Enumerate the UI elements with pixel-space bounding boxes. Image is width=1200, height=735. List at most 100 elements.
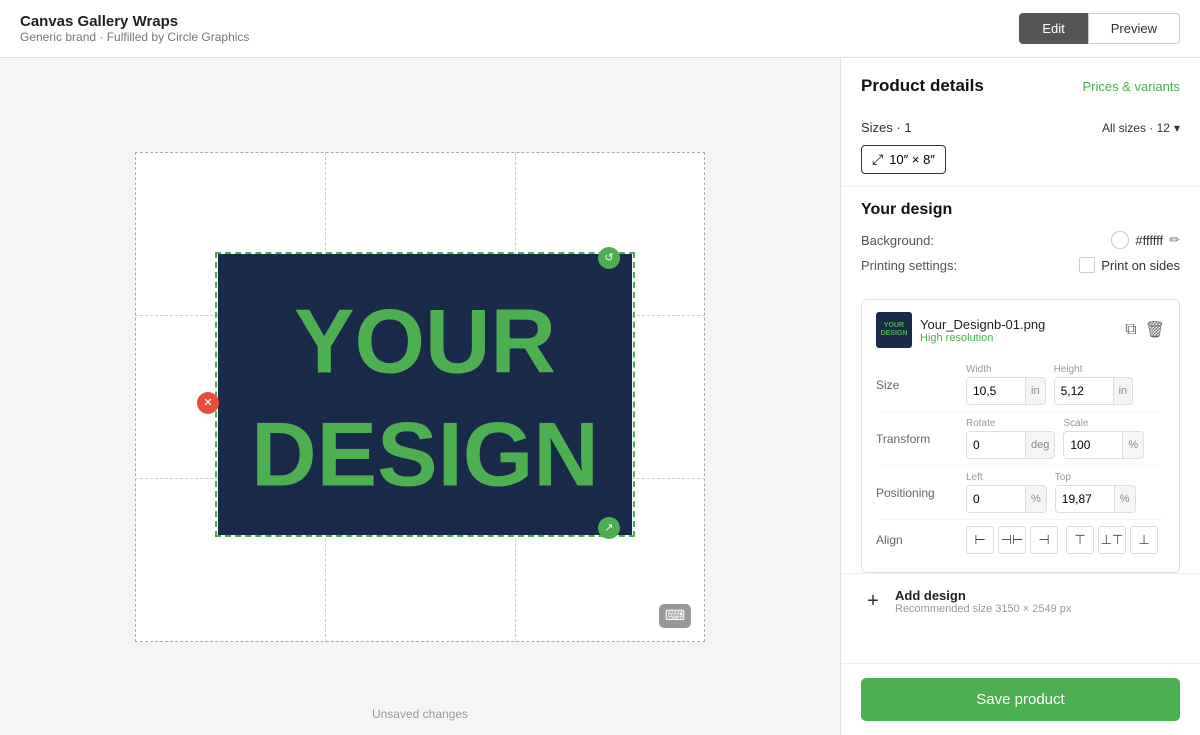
svg-text:DESIGN: DESIGN: [251, 404, 599, 505]
design-box[interactable]: YOUR YOUR DESIGN DESIGN: [215, 252, 635, 537]
scale-input-wrap: %: [1063, 431, 1144, 459]
background-hex: #ffffff: [1135, 233, 1163, 248]
height-input-wrap: in: [1054, 377, 1134, 405]
width-group: Width in: [966, 364, 1046, 405]
header-title-block: Canvas Gallery Wraps Generic brand · Ful…: [20, 13, 249, 44]
app-subtitle: Generic brand · Fulfilled by Circle Grap…: [20, 30, 249, 44]
transform-prop-fields: Rotate deg Scale %: [966, 418, 1165, 459]
file-status: High resolution: [920, 332, 1045, 344]
add-design-row[interactable]: + Add design Recommended size 3150 × 254…: [841, 573, 1200, 629]
rotate-group: Rotate deg: [966, 418, 1055, 459]
align-horizontal-buttons: ⊢ ⊣⊢ ⊣: [966, 526, 1058, 554]
size-prop-row: Size Width in Height in: [876, 358, 1165, 412]
align-bottom-button[interactable]: ⊥: [1130, 526, 1158, 554]
keyboard-icon[interactable]: ⌨: [659, 604, 691, 628]
svg-text:YOUR: YOUR: [294, 291, 556, 392]
width-unit: in: [1025, 378, 1045, 404]
rotate-label: Rotate: [966, 418, 1055, 429]
top-label: Top: [1055, 472, 1136, 483]
add-design-title: Add design: [895, 588, 1071, 603]
sizes-count-label: Sizes · 1: [861, 120, 912, 135]
align-prop-label: Align: [876, 533, 966, 547]
align-left-button[interactable]: ⊢: [966, 526, 994, 554]
handle-remove[interactable]: ✕: [197, 392, 219, 414]
printing-label: Printing settings:: [861, 258, 981, 273]
top-group: Top %: [1055, 472, 1136, 513]
align-buttons-container: ⊢ ⊣⊢ ⊣ ⊤ ⊥⊤ ⊥: [966, 526, 1165, 554]
height-group: Height in: [1054, 364, 1134, 405]
align-right-button[interactable]: ⊣: [1030, 526, 1058, 554]
align-top-button[interactable]: ⊤: [1066, 526, 1094, 554]
size-chip[interactable]: ⤢ 10″ × 8″: [861, 145, 946, 174]
chevron-down-icon: ▾: [1174, 121, 1180, 135]
app-title: Canvas Gallery Wraps: [20, 13, 249, 30]
file-meta: Your_Designb-01.png High resolution: [920, 317, 1045, 344]
app-header: Canvas Gallery Wraps Generic brand · Ful…: [0, 0, 1200, 58]
height-unit: in: [1113, 378, 1133, 404]
printing-value: Print on sides: [1079, 257, 1180, 273]
align-center-h-button[interactable]: ⊣⊢: [998, 526, 1026, 554]
canvas-area: YOUR YOUR DESIGN DESIGN ✕ ↺ ↗ ⌨ Unsaved …: [0, 58, 840, 735]
printing-row: Printing settings: Print on sides: [861, 257, 1180, 273]
left-input[interactable]: [967, 486, 1025, 512]
print-on-sides-checkbox[interactable]: [1079, 257, 1095, 273]
print-on-sides-label: Print on sides: [1101, 258, 1180, 273]
file-thumbnail: YOURDESIGN: [876, 312, 912, 348]
left-input-wrap: %: [966, 485, 1047, 513]
top-unit: %: [1114, 486, 1135, 512]
left-group: Left %: [966, 472, 1047, 513]
panel-title: Product details: [861, 76, 984, 96]
align-middle-v-button[interactable]: ⊥⊤: [1098, 526, 1126, 554]
save-product-button[interactable]: Save product: [861, 678, 1180, 721]
file-card-actions: ⧉ 🗑: [1125, 320, 1165, 340]
transform-prop-label: Transform: [876, 432, 966, 446]
all-sizes-button[interactable]: All sizes · 12 ▾: [1102, 121, 1180, 135]
left-unit: %: [1025, 486, 1046, 512]
size-prop-label: Size: [876, 378, 966, 392]
copy-file-button[interactable]: ⧉: [1125, 320, 1136, 340]
main-layout: YOUR YOUR DESIGN DESIGN ✕ ↺ ↗ ⌨ Unsaved …: [0, 58, 1200, 735]
your-design-section-title: Your design: [861, 201, 1180, 219]
align-vertical-buttons: ⊤ ⊥⊤ ⊥: [1066, 526, 1158, 554]
file-card: YOURDESIGN Your_Designb-01.png High reso…: [861, 299, 1180, 573]
top-input[interactable]: [1056, 486, 1114, 512]
add-design-text: Add design Recommended size 3150 × 2549 …: [895, 588, 1071, 615]
design-graphic: YOUR YOUR DESIGN DESIGN: [217, 254, 633, 535]
rotate-input-wrap: deg: [966, 431, 1055, 459]
save-section: Save product: [841, 663, 1200, 735]
scale-input[interactable]: [1064, 432, 1122, 458]
background-label: Background:: [861, 233, 981, 248]
top-input-wrap: %: [1055, 485, 1136, 513]
edit-color-icon[interactable]: ✏: [1169, 232, 1180, 248]
height-input[interactable]: [1055, 378, 1113, 404]
add-icon: +: [861, 590, 885, 614]
panel-header: Product details Prices & variants: [841, 58, 1200, 108]
file-card-header: YOURDESIGN Your_Designb-01.png High reso…: [876, 312, 1165, 348]
delete-file-button[interactable]: 🗑: [1145, 320, 1165, 340]
scale-group: Scale %: [1063, 418, 1144, 459]
resize-icon: ⤢: [872, 151, 883, 168]
handle-resize-tr[interactable]: ↺: [598, 247, 620, 269]
unsaved-label: Unsaved changes: [372, 707, 468, 721]
width-label: Width: [966, 364, 1046, 375]
rotate-unit: deg: [1025, 432, 1054, 458]
sizes-row: Sizes · 1 All sizes · 12 ▾: [861, 120, 1180, 135]
positioning-prop-fields: Left % Top %: [966, 472, 1165, 513]
handle-resize-br[interactable]: ↗: [598, 517, 620, 539]
background-row: Background: #ffffff ✏: [861, 231, 1180, 249]
rotate-input[interactable]: [967, 432, 1025, 458]
size-prop-fields: Width in Height in: [966, 364, 1165, 405]
your-design-section: Your design Background: #ffffff ✏ Printi…: [841, 187, 1200, 295]
color-swatch[interactable]: [1111, 231, 1129, 249]
background-value: #ffffff ✏: [1111, 231, 1180, 249]
width-input[interactable]: [967, 378, 1025, 404]
file-card-info: YOURDESIGN Your_Designb-01.png High reso…: [876, 312, 1045, 348]
edit-button[interactable]: Edit: [1019, 13, 1087, 44]
positioning-prop-row: Positioning Left % Top %: [876, 466, 1165, 520]
prices-variants-link[interactable]: Prices & variants: [1082, 79, 1180, 94]
file-name: Your_Designb-01.png: [920, 317, 1045, 332]
transform-prop-row: Transform Rotate deg Scale %: [876, 412, 1165, 466]
scale-label: Scale: [1063, 418, 1144, 429]
preview-button[interactable]: Preview: [1088, 13, 1180, 44]
canvas-container: YOUR YOUR DESIGN DESIGN ✕ ↺ ↗ ⌨: [135, 152, 705, 642]
